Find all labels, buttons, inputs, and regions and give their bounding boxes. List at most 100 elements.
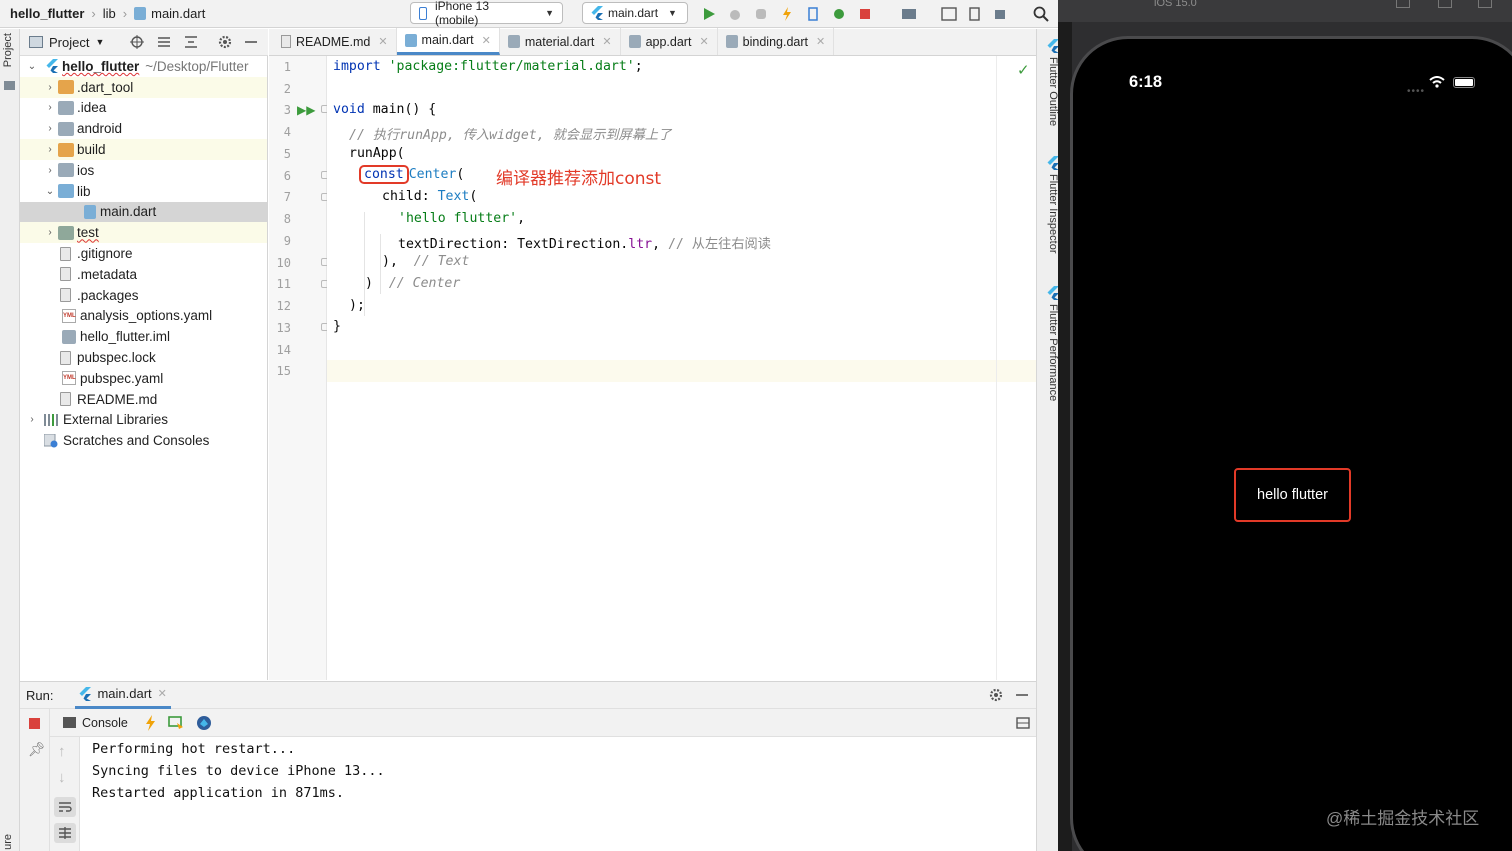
chevron-right-icon[interactable]: › [44, 144, 56, 155]
tree-item-android[interactable]: › android [20, 118, 267, 139]
debug-icon[interactable] [726, 5, 744, 23]
tree-item-readme[interactable]: README.md [20, 389, 267, 410]
project-view-title[interactable]: Project [49, 35, 89, 50]
gear-icon[interactable] [989, 688, 1003, 702]
chevron-down-icon[interactable]: ⌄ [26, 61, 38, 72]
layout-icon[interactable] [1016, 716, 1030, 730]
chevron-right-icon[interactable]: › [26, 414, 38, 425]
code-token: ltr [628, 237, 653, 252]
tree-item-gitignore[interactable]: .gitignore [20, 243, 267, 264]
project-tool-button[interactable]: Project [2, 33, 14, 70]
code-line-9: textDirection: TextDirection.ltr, // 从左往… [398, 233, 771, 252]
phone-icon [419, 6, 427, 20]
run-config-selector[interactable]: main.dart ▼ [582, 2, 688, 24]
screenshot-icon[interactable] [1438, 0, 1452, 8]
attach-debugger-icon[interactable] [830, 5, 848, 23]
hot-reload-icon[interactable] [778, 5, 796, 23]
tree-item-ios[interactable]: › ios [20, 160, 267, 181]
code-line-12: ); [349, 298, 365, 313]
structure-tool-button[interactable]: ure [2, 834, 14, 851]
tab-binding-dart[interactable]: binding.dart ✕ [718, 28, 835, 55]
breadcrumb-file[interactable]: main.dart [151, 6, 205, 21]
tree-item-main-dart[interactable]: main.dart [20, 201, 267, 223]
chevron-right-icon[interactable]: › [44, 123, 56, 134]
scroll-to-end-icon[interactable] [54, 823, 76, 843]
code-token: , [652, 237, 668, 252]
close-icon[interactable]: ✕ [158, 687, 167, 700]
stop-icon[interactable] [29, 718, 40, 729]
close-icon[interactable]: ✕ [602, 35, 611, 48]
tree-item-metadata[interactable]: .metadata [20, 264, 267, 285]
tree-item-packages[interactable]: .packages [20, 285, 267, 306]
search-icon[interactable] [1032, 5, 1050, 23]
tree-root[interactable]: ⌄ hello_flutter ~/Desktop/Flutter [20, 56, 267, 77]
code-token: Center [408, 167, 457, 182]
console-tab[interactable]: Console [63, 716, 128, 730]
tree-item-scratches[interactable]: Scratches and Consoles [20, 430, 267, 451]
tab-app-dart[interactable]: app.dart ✕ [621, 28, 718, 55]
run-gutter-icon[interactable]: ▶▶ [297, 103, 315, 117]
coverage-icon[interactable] [752, 5, 770, 23]
tree-item-lib[interactable]: ⌄ lib [20, 181, 267, 202]
const-highlight-box: const [359, 165, 409, 184]
chevron-right-icon[interactable]: › [44, 227, 56, 238]
device-manager-icon[interactable] [966, 5, 984, 23]
arrow-down-icon[interactable]: ↓ [58, 769, 66, 786]
tree-item-idea[interactable]: › .idea [20, 98, 267, 119]
minimize-icon[interactable] [245, 35, 258, 49]
line-number: 9 [283, 234, 291, 248]
close-icon[interactable]: ✕ [482, 34, 491, 47]
expand-all-icon[interactable] [157, 35, 171, 49]
sdk-icon[interactable] [992, 5, 1010, 23]
device-file-icon[interactable] [804, 5, 822, 23]
iphone-frame: 6:18 •••• hello flutter [1070, 36, 1512, 851]
tree-item-pubspec-lock[interactable]: pubspec.lock [20, 347, 267, 368]
run-config-label: main.dart [608, 6, 659, 20]
gear-icon[interactable] [218, 35, 232, 49]
tab-readme[interactable]: README.md ✕ [269, 28, 397, 55]
status-time: 6:18 [1129, 73, 1163, 91]
stop-icon[interactable] [856, 5, 874, 23]
tree-item-analysis-options[interactable]: YML analysis_options.yaml [20, 306, 267, 327]
close-icon[interactable]: ✕ [816, 35, 825, 48]
chevron-right-icon[interactable]: › [44, 165, 56, 176]
run-icon[interactable] [700, 5, 718, 23]
breadcrumb-project[interactable]: hello_flutter [10, 6, 84, 21]
chevron-down-icon[interactable]: ▼ [95, 37, 104, 47]
tab-material-dart[interactable]: material.dart ✕ [500, 28, 621, 55]
tree-item-pubspec-yaml[interactable]: YML pubspec.yaml [20, 368, 267, 389]
tree-item-iml[interactable]: hello_flutter.iml [20, 326, 267, 347]
tree-item-test[interactable]: › test [20, 222, 267, 244]
tree-item-dart-tool[interactable]: › .dart_tool [20, 76, 267, 98]
home-button-icon[interactable] [1396, 0, 1410, 8]
close-icon[interactable]: ✕ [699, 35, 708, 48]
folder-icon [58, 80, 74, 95]
run-tab-main-dart[interactable]: main.dart ✕ [75, 682, 171, 709]
code-editor[interactable]: ✓ import 'package:flutter/material.dart'… [327, 56, 1036, 680]
tab-label: binding.dart [742, 34, 808, 49]
arrow-up-icon[interactable]: ↑ [58, 743, 66, 760]
tree-item-external-libraries[interactable]: › External Libraries [20, 410, 267, 431]
hot-restart-icon[interactable] [168, 715, 184, 731]
hot-reload-icon[interactable] [144, 714, 156, 731]
console-output[interactable]: Performing hot restart... Syncing files … [80, 737, 1036, 851]
minimize-icon[interactable] [1016, 688, 1028, 702]
soft-wrap-icon[interactable] [54, 797, 76, 817]
terminal-icon[interactable] [940, 5, 958, 23]
locate-icon[interactable] [130, 35, 145, 49]
pin-icon[interactable]: 📌︎ [28, 741, 46, 758]
chevron-down-icon[interactable]: ⌄ [44, 186, 56, 197]
devtools-icon[interactable] [196, 715, 212, 731]
chevron-right-icon[interactable]: › [44, 82, 56, 93]
breadcrumb-folder[interactable]: lib [103, 6, 116, 21]
collapse-all-icon[interactable] [184, 35, 198, 49]
tab-main-dart[interactable]: main.dart ✕ [396, 28, 500, 55]
rotate-icon[interactable] [1478, 0, 1492, 8]
project-structure-icon[interactable] [900, 5, 918, 23]
device-selector[interactable]: iPhone 13 (mobile) ▼ [410, 0, 563, 27]
close-icon[interactable]: ✕ [378, 35, 387, 48]
code-token: ) [365, 276, 389, 291]
chevron-right-icon[interactable]: › [44, 102, 56, 113]
tree-item-label: README.md [77, 391, 158, 407]
tree-item-build[interactable]: › build [20, 139, 267, 160]
